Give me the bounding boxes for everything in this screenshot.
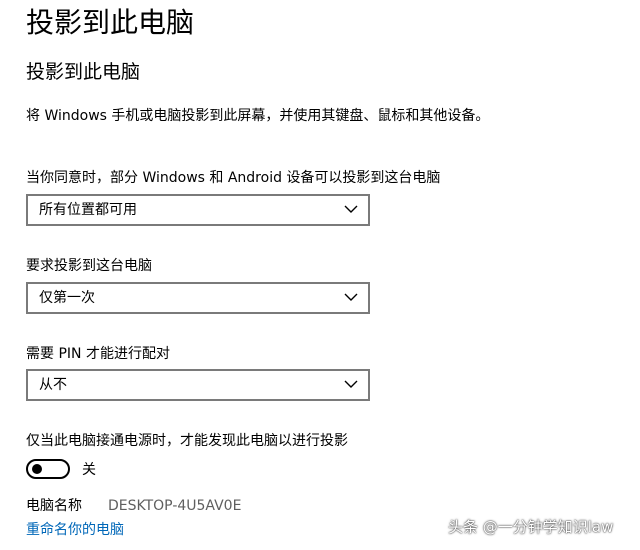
pc-name-label: 电脑名称	[26, 498, 82, 514]
require-pin-dropdown-value: 从不	[39, 377, 67, 393]
chevron-down-icon	[344, 293, 358, 301]
rename-pc-link[interactable]: 重命名你的电脑	[26, 520, 124, 540]
chevron-down-icon	[344, 205, 358, 213]
power-discovery-state-label: 关	[82, 462, 96, 478]
ask-to-project-dropdown-value: 仅第一次	[39, 290, 95, 306]
availability-dropdown[interactable]: 所有位置都可用	[26, 194, 370, 226]
description-text: 将 Windows 手机或电脑投影到此屏幕，并使用其键盘、鼠标和其他设备。	[26, 108, 490, 124]
ask-to-project-dropdown[interactable]: 仅第一次	[26, 282, 370, 314]
require-pin-label: 需要 PIN 才能进行配对	[26, 346, 170, 362]
require-pin-dropdown[interactable]: 从不	[26, 369, 370, 401]
availability-dropdown-value: 所有位置都可用	[39, 202, 137, 218]
power-discovery-label: 仅当此电脑接通电源时，才能发现此电脑以进行投影	[26, 433, 348, 449]
pc-name-value: DESKTOP-4U5AV0E	[108, 498, 242, 514]
watermark-text: 头条 @一分钟学知识law	[448, 518, 614, 536]
availability-label: 当你同意时，部分 Windows 和 Android 设备可以投影到这台电脑	[26, 170, 441, 186]
page-title: 投影到此电脑	[26, 6, 195, 39]
toggle-knob	[32, 464, 42, 474]
chevron-down-icon	[344, 380, 358, 388]
section-title: 投影到此电脑	[26, 61, 141, 83]
power-discovery-toggle[interactable]	[26, 459, 70, 479]
ask-to-project-label: 要求投影到这台电脑	[26, 258, 152, 274]
